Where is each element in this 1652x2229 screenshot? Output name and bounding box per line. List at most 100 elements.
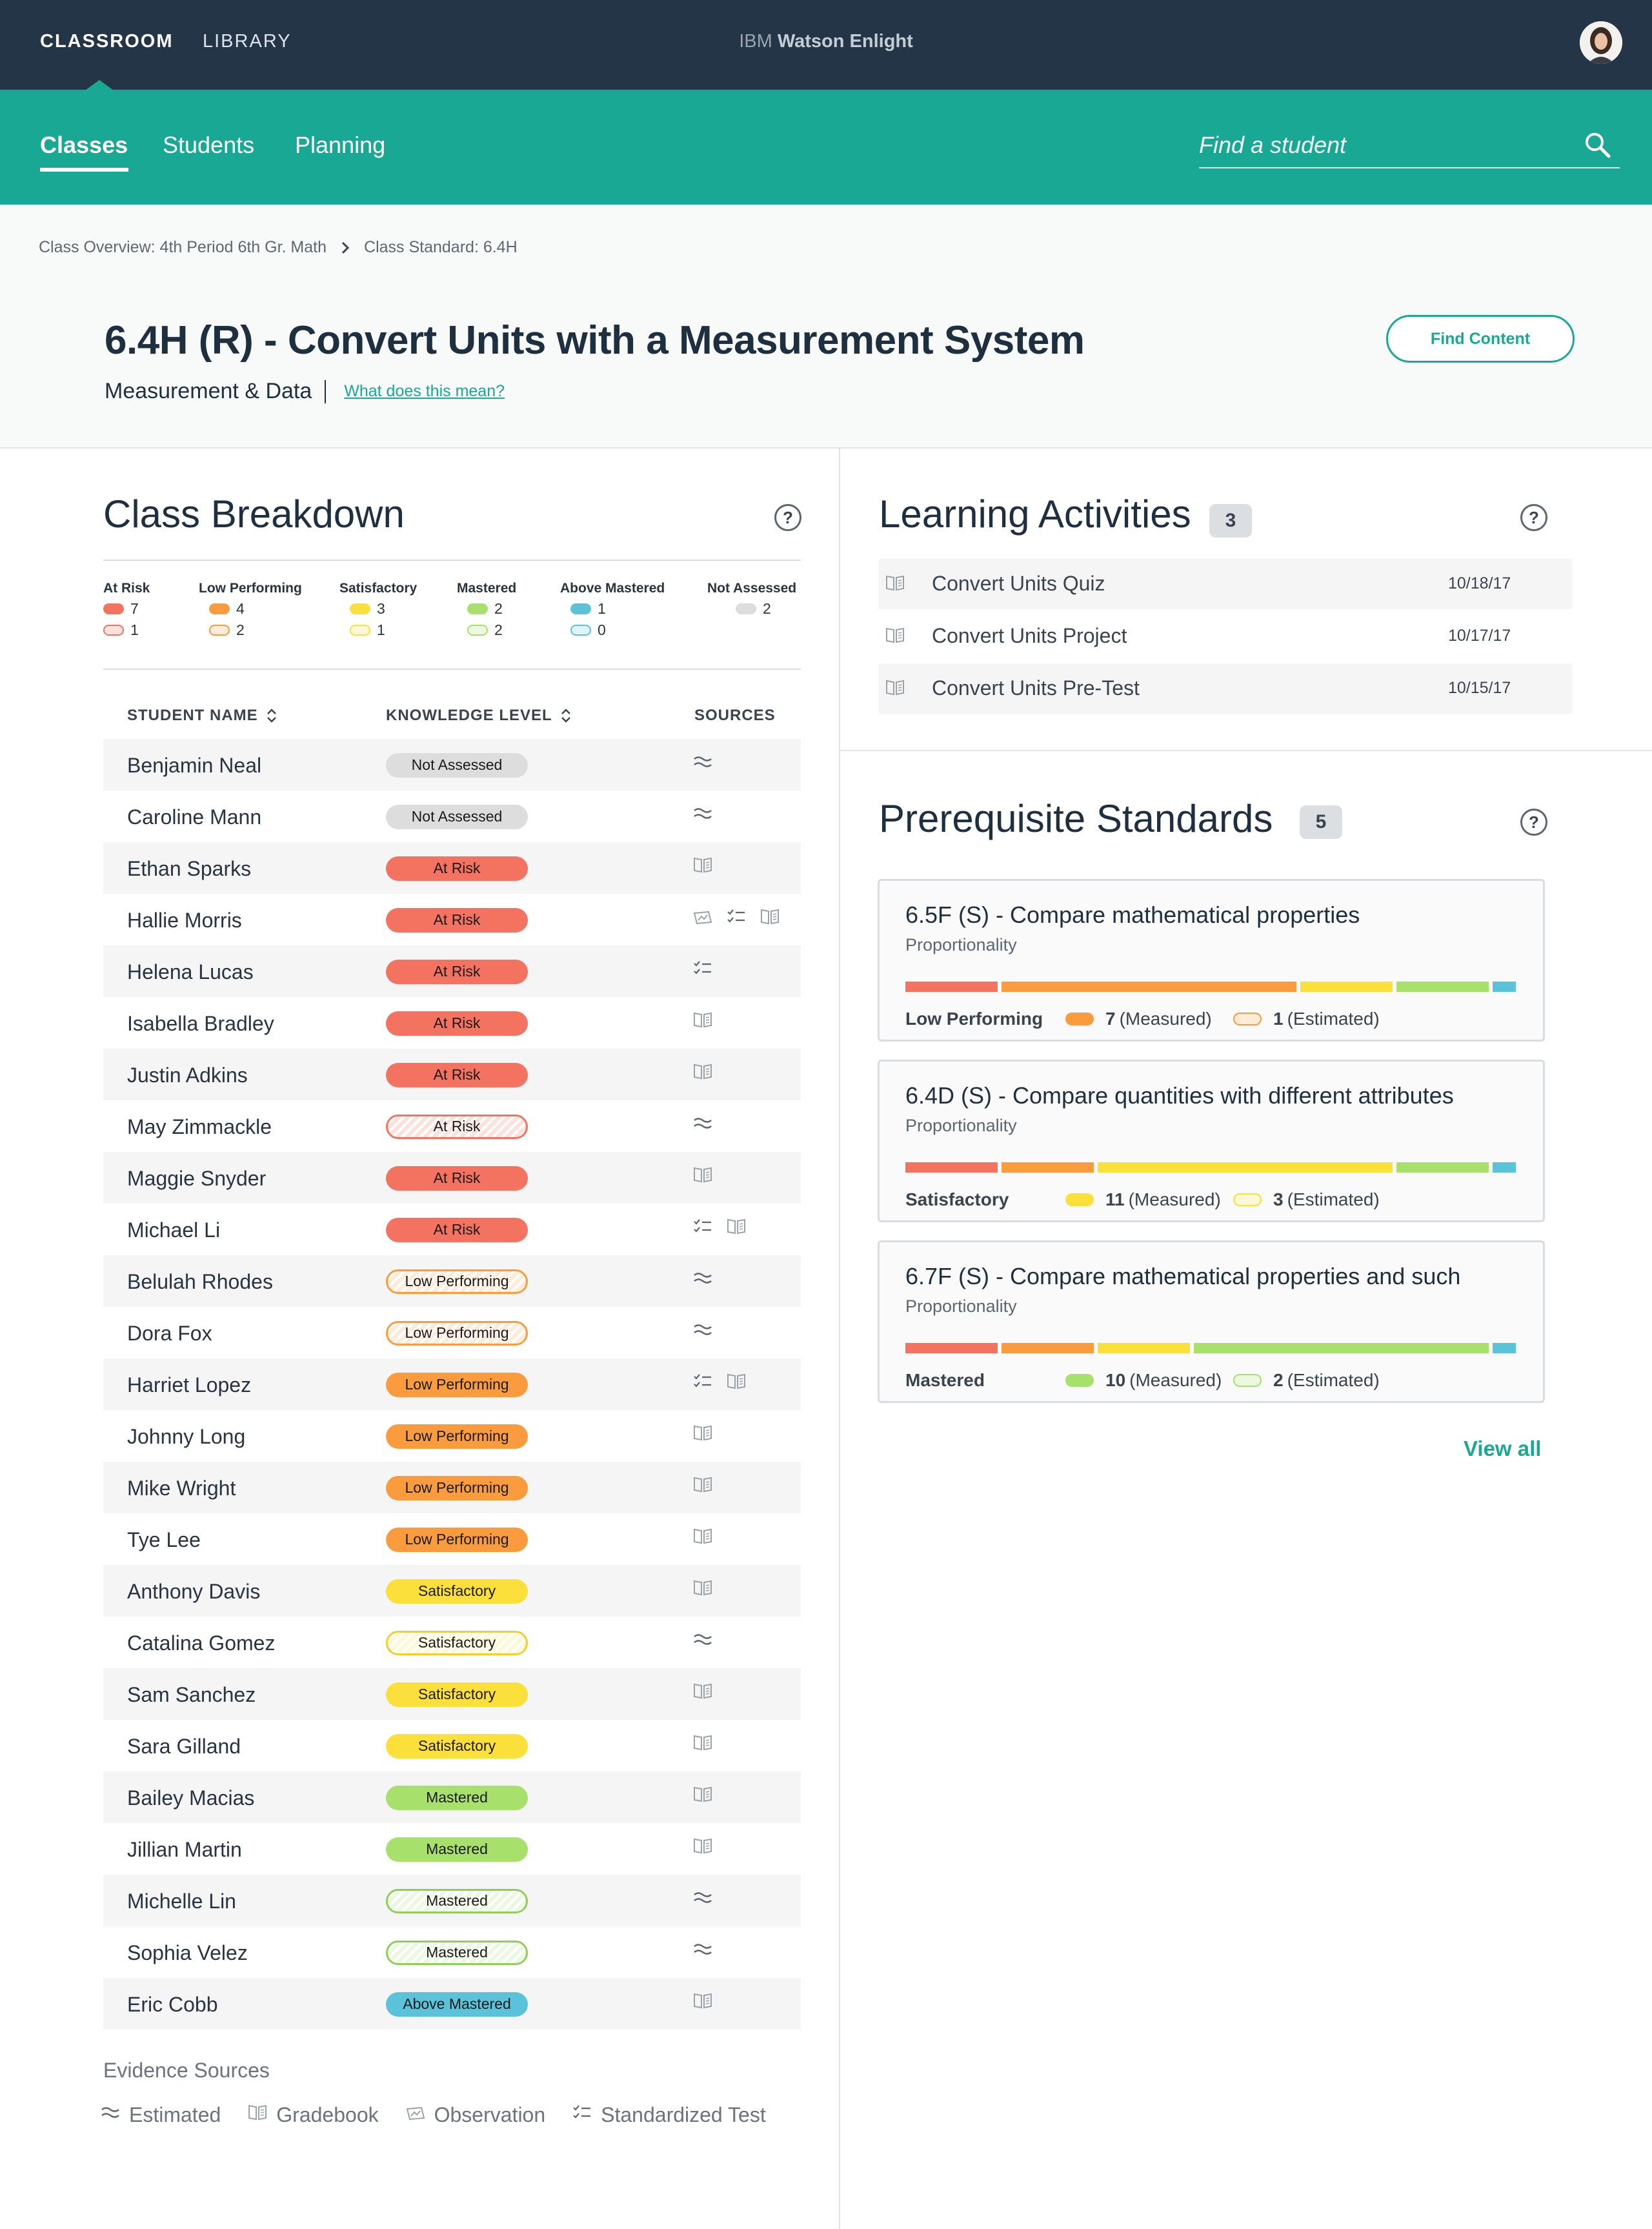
student-name[interactable]: Dora Fox xyxy=(127,1322,212,1346)
what-does-this-mean-link[interactable]: What does this mean? xyxy=(344,382,505,401)
level-distribution-bar xyxy=(905,1343,1516,1353)
table-row[interactable]: Hallie Morris At Risk xyxy=(103,894,801,945)
table-row[interactable]: Michelle Lin Mastered xyxy=(103,1875,801,1926)
student-name[interactable]: Hallie Morris xyxy=(127,909,242,933)
knowledge-level-badge: Low Performing xyxy=(386,1269,528,1294)
activity-item[interactable]: Convert Units Quiz 10/18/17 xyxy=(879,559,1572,609)
table-row[interactable]: Isabella Bradley At Risk xyxy=(103,997,801,1049)
table-row[interactable]: Harriet Lopez Low Performing xyxy=(103,1358,801,1410)
table-row[interactable]: Eric Cobb Above Mastered xyxy=(103,1978,801,2030)
legend-estimated-count: 2 xyxy=(494,621,503,638)
student-name[interactable]: Michelle Lin xyxy=(127,1890,236,1913)
search-icon[interactable] xyxy=(1584,131,1612,159)
distribution-segment xyxy=(1193,1343,1489,1353)
knowledge-level-badge: At Risk xyxy=(386,856,528,881)
table-row[interactable]: Anthony Davis Satisfactory xyxy=(103,1565,801,1617)
table-row[interactable]: May Zimmackle At Risk xyxy=(103,1100,801,1152)
table-row[interactable]: Maggie Snyder At Risk xyxy=(103,1152,801,1204)
search-input[interactable] xyxy=(1199,130,1560,161)
breadcrumb-class-overview[interactable]: Class Overview: 4th Period 6th Gr. Math xyxy=(39,238,327,257)
help-icon[interactable]: ? xyxy=(1520,504,1547,531)
tab-classes[interactable]: Classes xyxy=(40,132,128,159)
student-name[interactable]: Tye Lee xyxy=(127,1528,201,1552)
activity-item[interactable]: Convert Units Pre-Test 10/15/17 xyxy=(879,663,1572,714)
sort-student-name[interactable]: STUDENT NAME xyxy=(127,707,277,725)
gradebook-icon xyxy=(692,1473,714,1498)
prerequisite-title[interactable]: 6.4D (S) - Compare quantities with diffe… xyxy=(905,1082,1454,1109)
activity-name[interactable]: Convert Units Project xyxy=(932,624,1127,648)
estimated-icon xyxy=(692,1318,714,1344)
activity-item[interactable]: Convert Units Project 10/17/17 xyxy=(879,611,1572,661)
student-name[interactable]: Belulah Rhodes xyxy=(127,1270,273,1294)
knowledge-level-badge: At Risk xyxy=(386,1166,528,1191)
table-row[interactable]: Sophia Velez Mastered xyxy=(103,1926,801,1978)
table-row[interactable]: Benjamin Neal Not Assessed xyxy=(103,739,801,791)
prerequisite-subtitle: Proportionality xyxy=(905,1296,1017,1316)
secondary-navigation-bar: Classes Students Planning xyxy=(0,90,1652,205)
prerequisite-title[interactable]: 6.5F (S) - Compare mathematical properti… xyxy=(905,902,1360,929)
table-row[interactable]: Caroline Mann Not Assessed xyxy=(103,791,801,842)
prerequisite-card[interactable]: 6.4D (S) - Compare quantities with diffe… xyxy=(878,1060,1545,1222)
knowledge-level-badge: Low Performing xyxy=(386,1321,528,1346)
help-icon[interactable]: ? xyxy=(1520,809,1547,836)
student-name[interactable]: Mike Wright xyxy=(127,1477,236,1500)
table-row[interactable]: Bailey Macias Mastered xyxy=(103,1771,801,1823)
sort-knowledge-level[interactable]: KNOWLEDGE LEVEL xyxy=(386,707,572,725)
student-name[interactable]: Maggie Snyder xyxy=(127,1167,266,1191)
table-row[interactable]: Belulah Rhodes Low Performing xyxy=(103,1255,801,1307)
activity-name[interactable]: Convert Units Pre-Test xyxy=(932,676,1140,700)
student-name[interactable]: Isabella Bradley xyxy=(127,1012,274,1036)
table-row[interactable]: Ethan Sparks At Risk xyxy=(103,842,801,894)
student-name[interactable]: Michael Li xyxy=(127,1218,220,1242)
student-name[interactable]: Jillian Martin xyxy=(127,1838,242,1862)
table-row[interactable]: Mike Wright Low Performing xyxy=(103,1462,801,1513)
table-row[interactable]: Dora Fox Low Performing xyxy=(103,1307,801,1358)
table-row[interactable]: Justin Adkins At Risk xyxy=(103,1049,801,1100)
student-name[interactable]: Johnny Long xyxy=(127,1425,245,1449)
prerequisite-subtitle: Proportionality xyxy=(905,1116,1017,1135)
evidence-sources xyxy=(692,1060,714,1085)
table-row[interactable]: Michael Li At Risk xyxy=(103,1204,801,1255)
student-name[interactable]: Catalina Gomez xyxy=(127,1631,275,1655)
prerequisite-card[interactable]: 6.7F (S) - Compare mathematical properti… xyxy=(878,1240,1545,1403)
student-name[interactable]: Sam Sanchez xyxy=(127,1683,256,1707)
estimated-label: (Estimated) xyxy=(1287,1189,1380,1209)
find-content-button[interactable]: Find Content xyxy=(1386,315,1575,363)
learning-activities-title: Learning Activities xyxy=(879,492,1191,536)
student-name[interactable]: May Zimmackle xyxy=(127,1115,272,1139)
student-name[interactable]: Harriet Lopez xyxy=(127,1373,251,1397)
table-row[interactable]: Sam Sanchez Satisfactory xyxy=(103,1668,801,1720)
student-name[interactable]: Anthony Davis xyxy=(127,1580,260,1604)
table-row[interactable]: Helena Lucas At Risk xyxy=(103,945,801,997)
help-icon[interactable]: ? xyxy=(774,504,801,531)
user-avatar[interactable] xyxy=(1580,21,1622,64)
student-name[interactable]: Caroline Mann xyxy=(127,805,261,829)
prerequisite-title[interactable]: 6.7F (S) - Compare mathematical properti… xyxy=(905,1263,1460,1290)
nav-classroom[interactable]: CLASSROOM xyxy=(40,31,174,52)
table-row[interactable]: Johnny Long Low Performing xyxy=(103,1410,801,1462)
activity-name[interactable]: Convert Units Quiz xyxy=(932,572,1105,596)
student-name[interactable]: Eric Cobb xyxy=(127,1993,218,2017)
student-name[interactable]: Ethan Sparks xyxy=(127,857,251,881)
prerequisite-card[interactable]: 6.5F (S) - Compare mathematical properti… xyxy=(878,879,1545,1042)
table-row[interactable]: Sara Gilland Satisfactory xyxy=(103,1720,801,1771)
prerequisite-subtitle: Proportionality xyxy=(905,935,1017,954)
tab-planning[interactable]: Planning xyxy=(295,132,385,159)
student-name[interactable]: Justin Adkins xyxy=(127,1064,248,1087)
student-name[interactable]: Helena Lucas xyxy=(127,960,254,984)
student-name[interactable]: Sara Gilland xyxy=(127,1735,241,1759)
view-all-link[interactable]: View all xyxy=(1464,1437,1541,1461)
test-icon xyxy=(692,1215,714,1240)
student-name[interactable]: Bailey Macias xyxy=(127,1786,254,1810)
student-name[interactable]: Benjamin Neal xyxy=(127,754,261,778)
table-row[interactable]: Tye Lee Low Performing xyxy=(103,1513,801,1565)
nav-library[interactable]: LIBRARY xyxy=(203,31,292,52)
tab-students[interactable]: Students xyxy=(163,132,254,159)
measured-swatch xyxy=(736,603,756,614)
legend-label: Mastered xyxy=(457,581,517,596)
evidence-sources xyxy=(692,1835,714,1860)
standard-domain: Measurement & Data xyxy=(105,379,312,403)
table-row[interactable]: Catalina Gomez Satisfactory xyxy=(103,1617,801,1668)
student-name[interactable]: Sophia Velez xyxy=(127,1941,248,1965)
table-row[interactable]: Jillian Martin Mastered xyxy=(103,1823,801,1875)
